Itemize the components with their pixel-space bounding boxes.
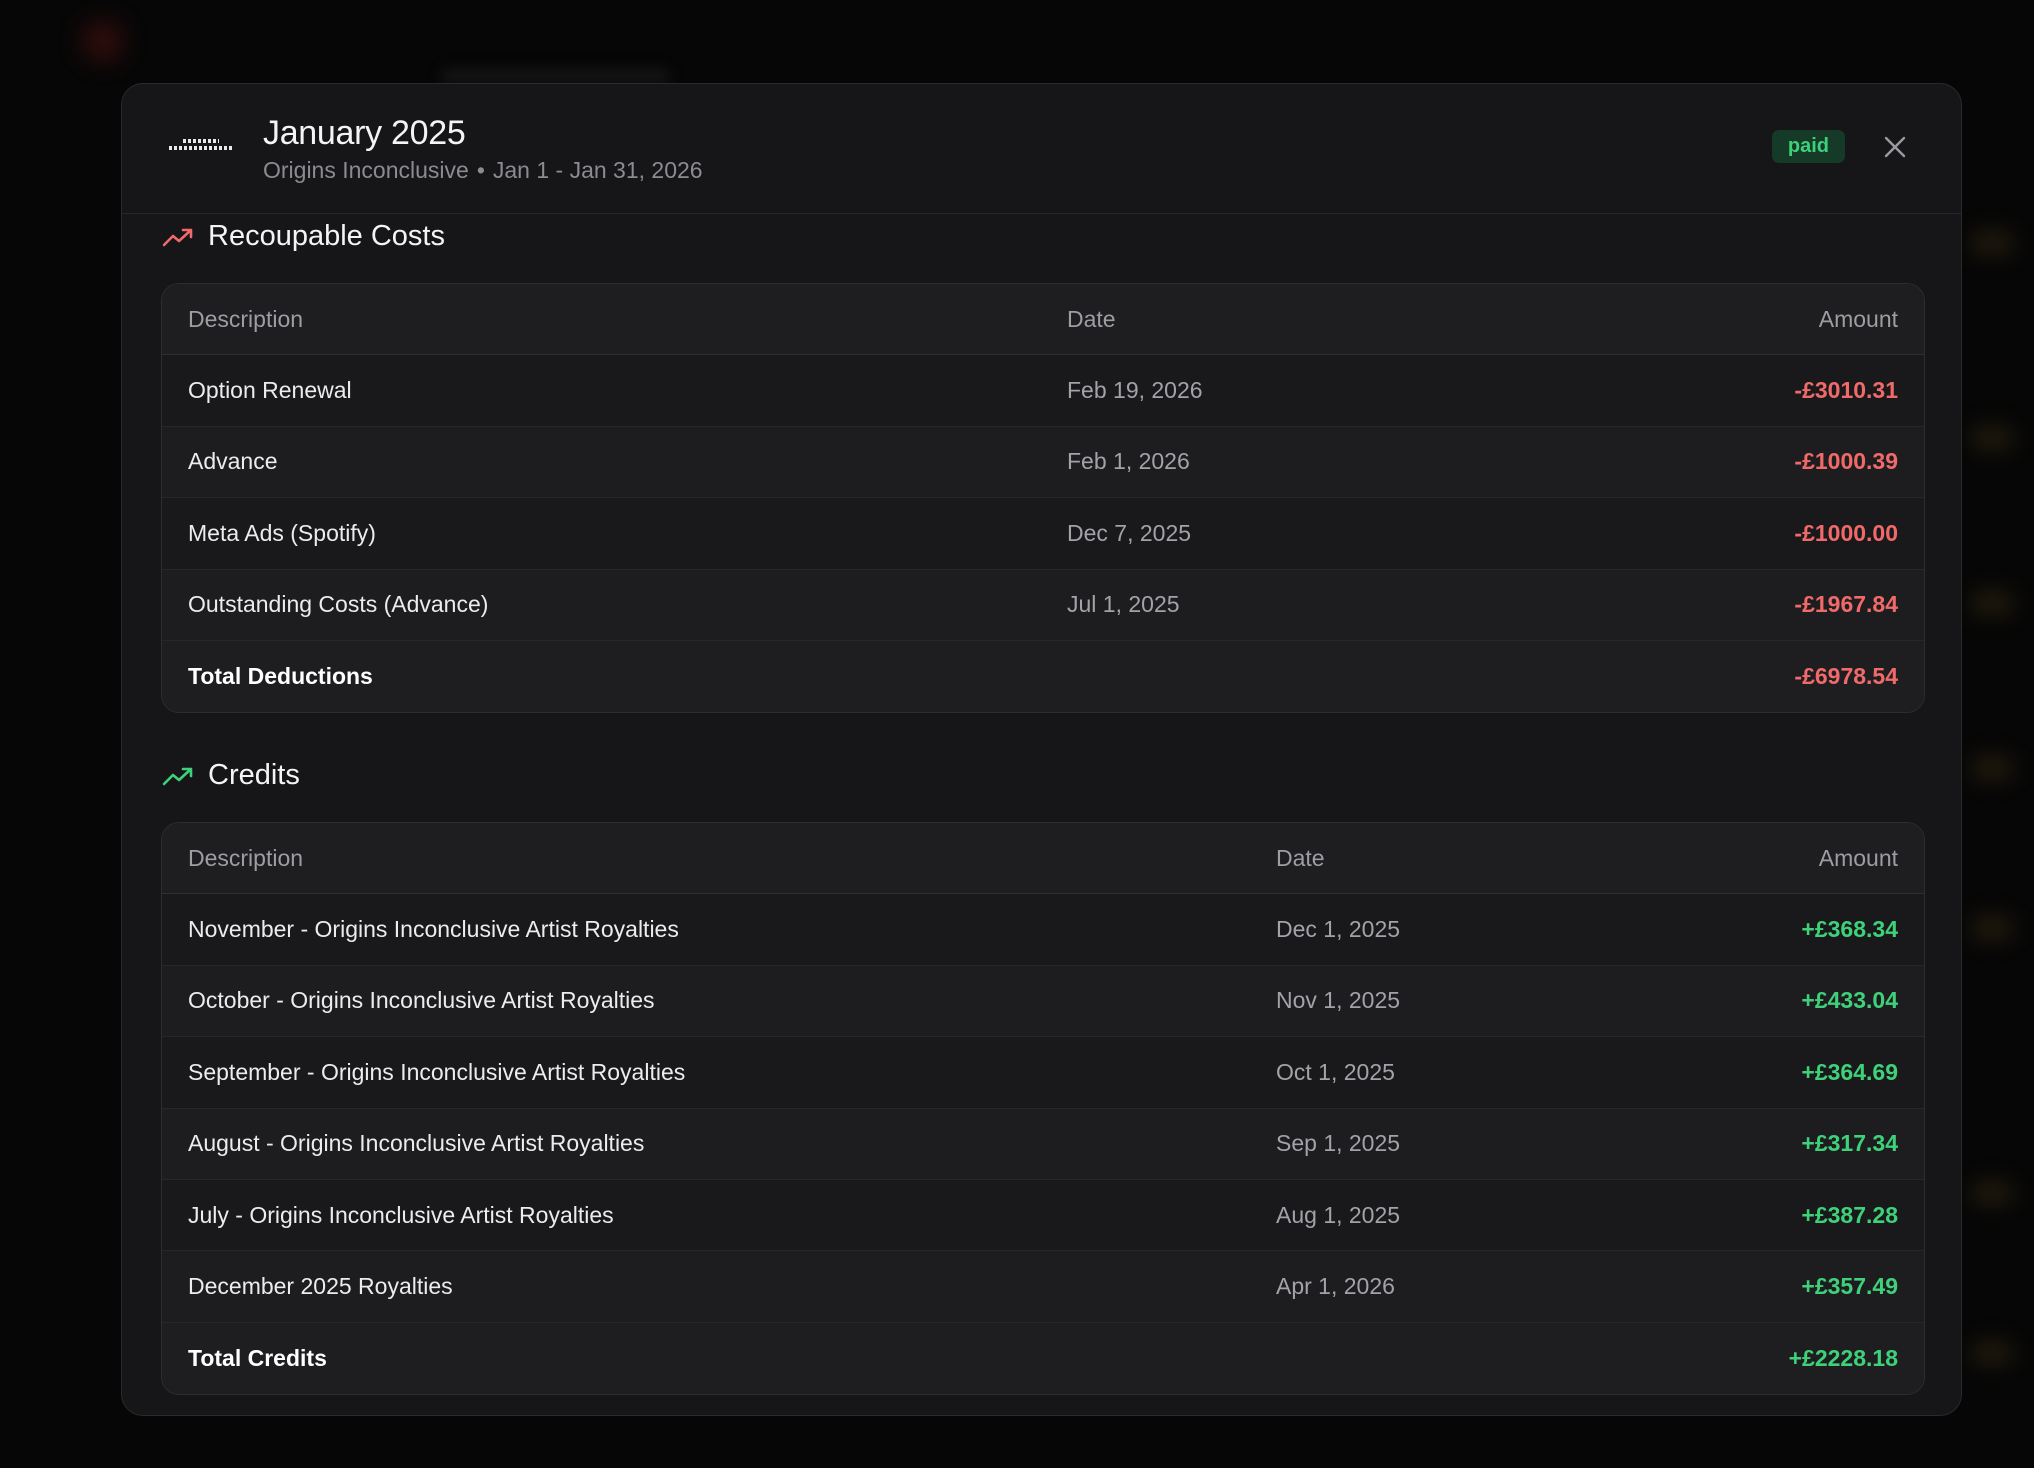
- table-row: August - Origins Inconclusive Artist Roy…: [162, 1108, 1924, 1180]
- logo-line: [169, 145, 233, 150]
- background-blur: [86, 24, 120, 58]
- logo-line: [183, 138, 219, 143]
- row-description: Meta Ads (Spotify): [188, 519, 376, 546]
- row-date: Dec 1, 2025: [1276, 916, 1401, 943]
- background-blur: [1970, 1180, 2014, 1206]
- row-amount: -£3010.31: [1794, 377, 1898, 404]
- column-header-amount: Amount: [1818, 844, 1898, 871]
- table-row: Meta Ads (Spotify) Dec 7, 2025 -£1000.00: [162, 498, 1924, 570]
- table-row: July - Origins Inconclusive Artist Royal…: [162, 1179, 1924, 1252]
- page-title: January 2025: [263, 114, 466, 152]
- background-blur: [1970, 755, 2014, 781]
- column-header-date: Date: [1276, 844, 1325, 871]
- row-description: August - Origins Inconclusive Artist Roy…: [188, 1130, 645, 1157]
- table-row: Option Renewal Feb 19, 2026 -£3010.31: [162, 355, 1924, 427]
- row-amount: -£1000.39: [1794, 448, 1898, 475]
- row-amount: +£387.28: [1801, 1201, 1898, 1228]
- column-header-description: Description: [188, 305, 304, 332]
- row-date: Jul 1, 2025: [1067, 591, 1180, 618]
- section-heading: Recoupable Costs: [208, 220, 445, 252]
- table-row: September - Origins Inconclusive Artist …: [162, 1037, 1924, 1109]
- total-amount: +£2228.18: [1788, 1344, 1898, 1371]
- row-description: July - Origins Inconclusive Artist Royal…: [188, 1201, 614, 1228]
- row-amount: -£1000.00: [1794, 519, 1898, 546]
- status-badge: paid: [1771, 130, 1845, 163]
- column-header-date: Date: [1067, 305, 1116, 332]
- table-row: December 2025 Royalties Apr 1, 2026 +£35…: [162, 1251, 1924, 1323]
- row-date: Sep 1, 2025: [1276, 1130, 1401, 1157]
- row-date: Aug 1, 2025: [1276, 1201, 1401, 1228]
- row-amount: -£1967.84: [1794, 591, 1898, 618]
- row-amount: +£433.04: [1801, 987, 1898, 1014]
- row-description: Option Renewal: [188, 377, 352, 404]
- row-date: Nov 1, 2025: [1276, 987, 1401, 1014]
- row-description: Advance: [188, 448, 278, 475]
- background-blur: [1970, 915, 2014, 941]
- row-amount: +£364.69: [1801, 1058, 1898, 1085]
- total-row: Total Credits +£2228.18: [162, 1322, 1924, 1395]
- statement-period: Jan 1 - Jan 31, 2026: [492, 157, 703, 183]
- table-row: Outstanding Costs (Advance) Jul 1, 2025 …: [162, 569, 1924, 641]
- background-blur: [1970, 425, 2014, 451]
- row-description: December 2025 Royalties: [188, 1273, 453, 1300]
- statement-subtitle: Origins Inconclusive • Jan 1 - Jan 31, 202…: [263, 157, 703, 184]
- row-amount: +£317.34: [1801, 1130, 1898, 1157]
- column-header-amount: Amount: [1818, 305, 1898, 332]
- total-row: Total Deductions -£6978.54: [162, 640, 1924, 713]
- total-amount: -£6978.54: [1794, 663, 1898, 690]
- background-blur: [1970, 230, 2014, 256]
- artist-logo: [166, 130, 236, 158]
- column-header-description: Description: [188, 844, 304, 871]
- background-blur: [1970, 590, 2014, 616]
- artist-name: Origins Inconclusive: [263, 157, 469, 183]
- table-header-row: Description Date Amount: [162, 284, 1924, 356]
- recoupable-costs-table: Description Date Amount Option Renewal F…: [161, 283, 1925, 714]
- row-date: Apr 1, 2026: [1276, 1273, 1395, 1300]
- row-date: Feb 1, 2026: [1067, 448, 1190, 475]
- modal-header: January 2025 Origins Inconclusive • Jan 1 …: [122, 84, 1961, 214]
- credits-table: Description Date Amount November - Origi…: [161, 822, 1925, 1396]
- row-amount: +£368.34: [1801, 916, 1898, 943]
- statement-modal: January 2025 Origins Inconclusive • Jan 1 …: [121, 83, 1962, 1416]
- row-description: Outstanding Costs (Advance): [188, 591, 489, 618]
- background-blur: [440, 68, 670, 84]
- row-date: Feb 19, 2026: [1067, 377, 1203, 404]
- row-description: November - Origins Inconclusive Artist R…: [188, 916, 679, 943]
- row-description: September - Origins Inconclusive Artist …: [188, 1058, 686, 1085]
- recoupable-section-title: Recoupable Costs: [162, 220, 445, 253]
- row-date: Oct 1, 2025: [1276, 1058, 1395, 1085]
- row-amount: +£357.49: [1801, 1273, 1898, 1300]
- table-row: Advance Feb 1, 2026 -£1000.39: [162, 426, 1924, 499]
- total-label: Total Credits: [188, 1344, 327, 1371]
- total-label: Total Deductions: [188, 663, 373, 690]
- background-blur: [1970, 1340, 2014, 1366]
- trending-up-icon: [162, 226, 194, 248]
- credits-section-title: Credits: [162, 759, 300, 792]
- separator-dot: •: [476, 157, 485, 183]
- trending-up-icon: [162, 765, 194, 787]
- row-description: October - Origins Inconclusive Artist Ro…: [188, 987, 655, 1014]
- row-date: Dec 7, 2025: [1067, 519, 1192, 546]
- section-heading: Credits: [208, 759, 300, 791]
- table-row: October - Origins Inconclusive Artist Ro…: [162, 965, 1924, 1038]
- close-icon[interactable]: [1883, 135, 1907, 159]
- table-header-row: Description Date Amount: [162, 823, 1924, 895]
- table-row: November - Origins Inconclusive Artist R…: [162, 894, 1924, 966]
